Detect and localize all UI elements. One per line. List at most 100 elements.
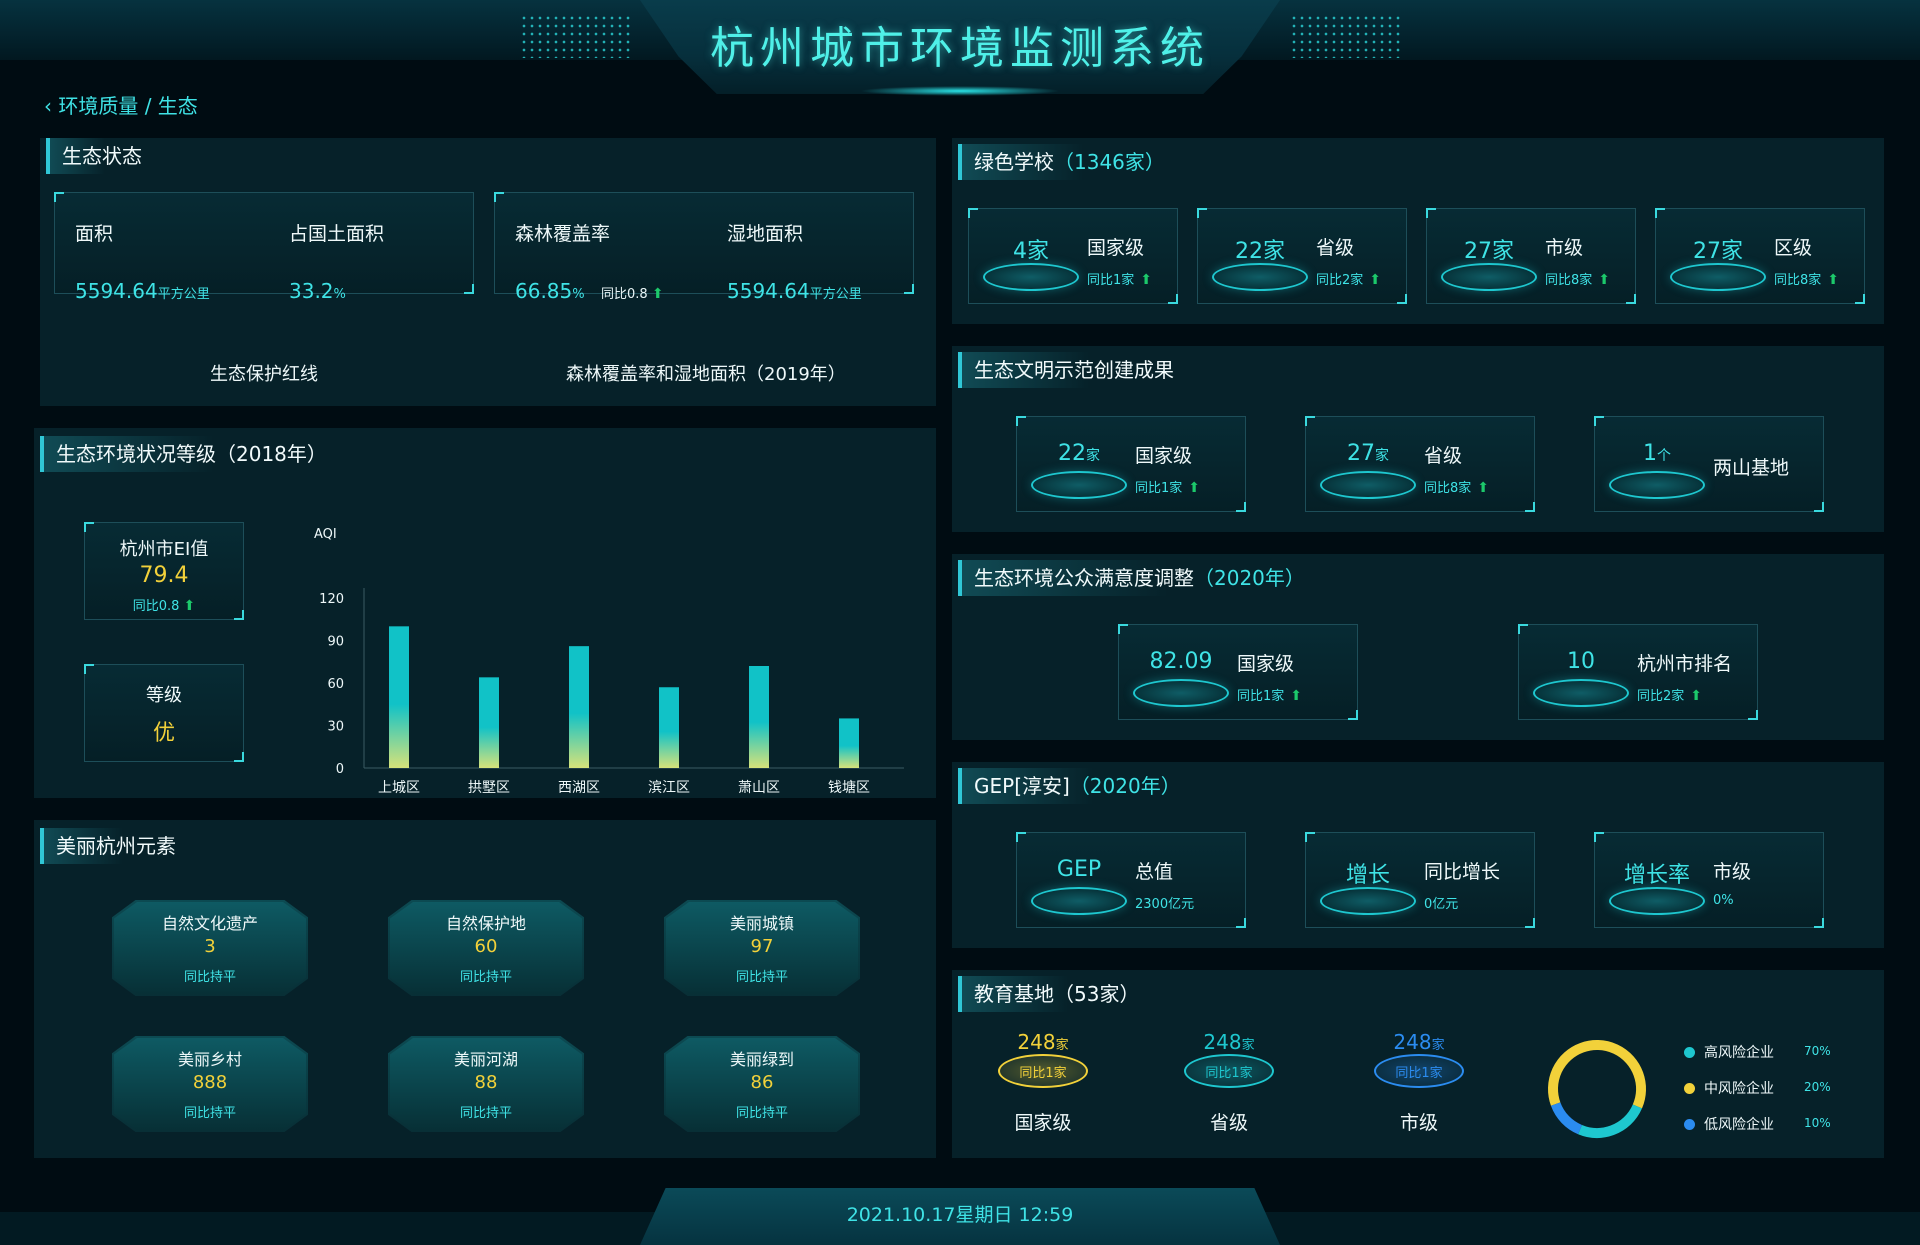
beauty-item-name: 自然保护地 [445,914,526,933]
card-sub: 同比2家 ⬆ [1637,685,1702,704]
ei-value: 79.4 [139,563,189,588]
card-number-value: 增长率 [1623,863,1690,888]
card-number: 27家 [1320,441,1416,466]
education-item: 248家同比1家市级 [1364,1030,1474,1150]
donut-slice-高风险企业 [1548,1040,1646,1138]
beauty-item-name: 美丽绿到 [729,1050,794,1069]
card-sub: 同比1家 ⬆ [1087,269,1152,288]
card-number: 4家 [983,233,1079,265]
panel-civilization: 生态文明示范创建成果 22家 国家级 同比1家 ⬆ 27家 省级 同比8家 ⬆ 1个 两山基地 [952,346,1884,532]
gep-card: 增长率 市级 0% [1594,832,1824,928]
card-number-value: GEP [1056,857,1102,882]
beauty-item-note: 同比持平 [735,970,788,985]
education-yoy: 同比1家 [1019,1066,1067,1081]
gep-card: 增长 同比增长 0亿元 [1305,832,1535,928]
up-arrow-icon: ⬆ [1290,688,1303,704]
beauty-item-card: 美丽河湖 88 同比持平 [388,1036,584,1132]
beauty-item-value: 86 [750,1072,774,1093]
green-school-card: 22家 省级 同比2家 ⬆ [1197,208,1407,304]
legend-dot [1684,1047,1695,1058]
up-arrow-icon: ⬆ [1477,480,1490,496]
forest-yoy: 同比0.8 ⬆ [601,286,664,302]
y-tick-label: 120 [319,592,344,607]
card-sub-text: 0% [1713,893,1734,908]
grade-label: 等级 [146,685,182,706]
beauty-item-note: 同比持平 [183,1106,236,1121]
education-level: 市级 [1399,1112,1438,1134]
breadcrumb[interactable]: ‹ 环境质量 / 生态 [44,90,198,119]
footer-datetime: 2021.10.17星期日 12:59 [846,1204,1074,1226]
wetland-label: 湿地面积 [727,223,804,245]
green-school-card: 27家 区级同比8家 ⬆ [1655,208,1865,304]
legend-label: 中风险企业 [1704,1081,1774,1097]
risk-donut-chart [1548,1040,1646,1138]
beauty-item-name: 美丽乡村 [177,1050,242,1069]
beauty-item-note: 同比持平 [459,970,512,985]
beauty-item-value: 888 [192,1072,228,1093]
card-number-value: 1 [1643,441,1657,466]
card-number: 增长率 [1609,857,1705,889]
beauty-item-card: 美丽城镇 97 同比持平 [664,900,860,996]
pedestal-ring [1533,679,1629,707]
card-sub-text: 同比1家 [1237,689,1285,704]
panel-title: 生态环境公众满意度调整（2020年） [958,560,1305,596]
legend-item: 高风险企业 70% [1684,1042,1864,1064]
card-number: 增长 [1320,857,1416,889]
area-label: 面积 [75,223,114,245]
card-level: 市级 [1713,861,1752,883]
pedestal-ring [1212,263,1308,291]
forest-value: 66.85% [515,279,585,303]
x-tick-label: 钱塘区 [828,780,870,796]
legend-item: 低风险企业 10% [1684,1114,1864,1136]
card-sub: 同比8家 ⬆ [1774,269,1839,288]
education-yoy: 同比1家 [1395,1066,1443,1081]
donut-slice-中风险企业 [1548,1040,1646,1138]
x-tick-label: 萧山区 [738,780,780,796]
panel-title: 生态状态 [46,138,142,174]
beauty-item-note: 同比持平 [183,970,236,985]
card-sub: 同比8家 ⬆ [1545,269,1610,288]
education-number: 248家 [988,1030,1098,1054]
education-level: 国家级 [1014,1112,1072,1134]
education-number-unit: 家 [1241,1038,1255,1053]
education-number-value: 248 [1017,1030,1056,1054]
beauty-item-name: 美丽河湖 [453,1050,518,1069]
panel-gep: GEP[淳安]（2020年） GEP 总值 2300亿元 增长 同比增长 0亿元 增长率 市级… [952,762,1884,948]
y-tick-label: 90 [327,635,344,650]
panel-eco-status: 生态状态 面积 5594.64平方公里 占国土面积 33.2% 生态保护红线 森… [40,138,936,406]
beauty-item-card: 自然保护地 60 同比持平 [388,900,584,996]
card-sub-text: 同比8家 [1424,481,1472,496]
card-number: GEP [1031,857,1127,882]
panel-satisfaction: 生态环境公众满意度调整（2020年） 82.09 国家级 同比1家 ⬆ 10 杭州市排名同… [952,554,1884,740]
card-number-value: 10 [1567,649,1595,674]
up-arrow-icon: ⬆ [1369,272,1382,288]
card-sub-text: 同比2家 [1637,689,1685,704]
panel-eco-grade: 生态环境状况等级（2018年） 杭州市EI值 79.4 同比0.8 ⬆ 等级 优… [34,428,936,798]
card-number-value: 22 [1058,441,1086,466]
y-tick-label: 30 [327,720,344,735]
card-number-value: 82.09 [1149,649,1213,674]
area-value: 5594.64平方公里 [75,279,210,303]
x-tick-label: 上城区 [378,780,420,796]
legend-pct: 10% [1804,1116,1831,1130]
card-number: 27家 [1670,233,1766,265]
up-arrow-icon: ⬆ [1690,688,1703,704]
legend-dot [1684,1119,1695,1130]
panel-title: 教育基地（53家） [958,976,1140,1012]
panel-beauty: 美丽杭州元素 自然文化遗产 3 同比持平 自然保护地 60 同比持平 美丽城镇 97 同比持平美… [34,820,936,1158]
card-level: 国家级 [1087,237,1145,259]
card-level: 区级 [1774,237,1813,259]
y-tick-label: 0 [336,762,344,777]
card-number-unit: 个 [1657,448,1671,464]
card-level: 市级 [1545,237,1584,259]
satisfaction-card: 10 杭州市排名 同比2家 ⬆ [1518,624,1758,720]
card-number-value: 22家 [1235,239,1285,264]
up-arrow-icon: ⬆ [1188,480,1201,496]
panel-title: 生态文明示范创建成果 [958,352,1174,388]
ei-label: 杭州市EI值 [119,539,209,560]
card-sub-text: 同比1家 [1087,273,1135,288]
pedestal-ring [1441,263,1537,291]
page-title: 杭州城市环境监测系统 [710,23,1210,74]
education-number: 248家 [1364,1030,1474,1054]
forest-caption: 森林覆盖率和湿地面积（2019年） [566,364,846,385]
